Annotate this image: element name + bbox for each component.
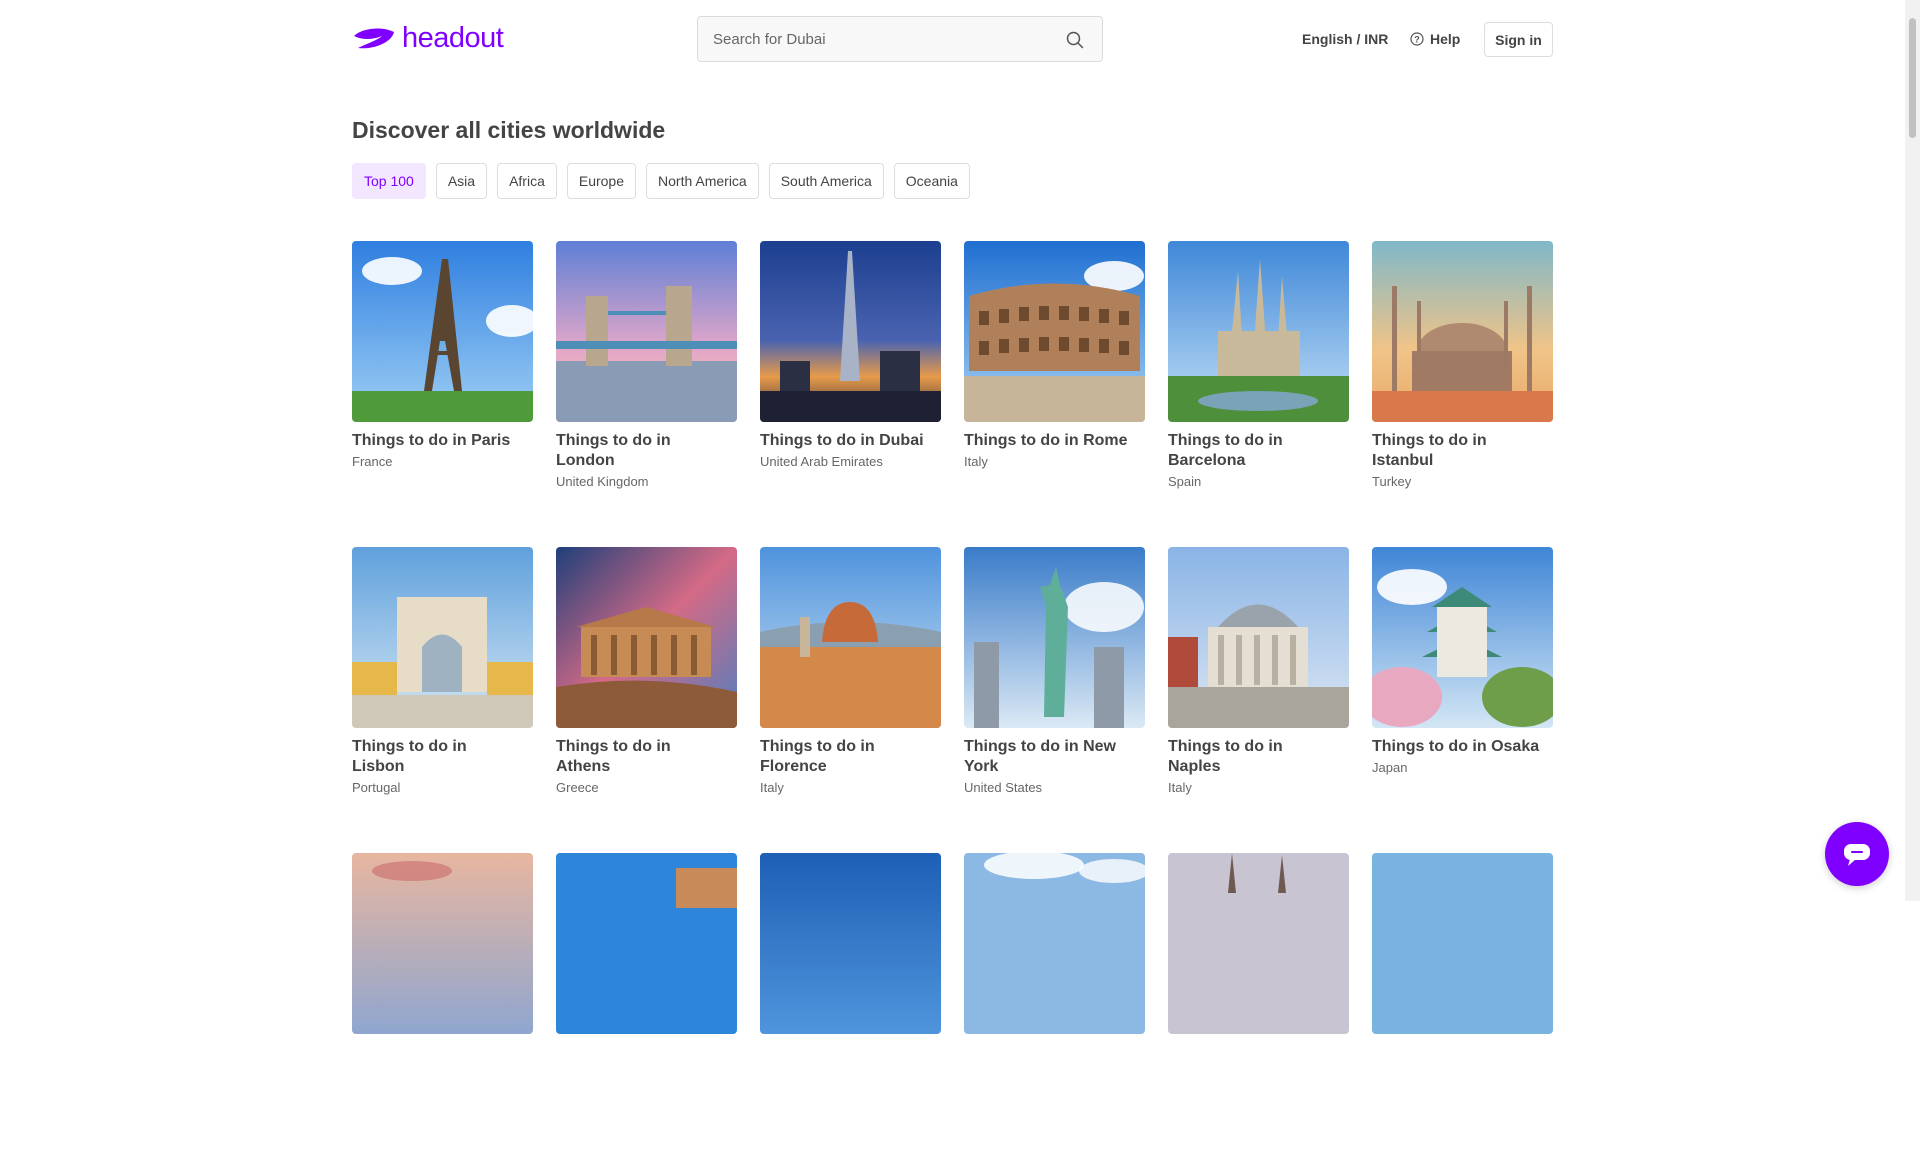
- city-image-naples: [1168, 547, 1349, 728]
- city-card[interactable]: [556, 853, 737, 1159]
- city-title: Things to do in Rome: [964, 432, 1128, 449]
- tab-north-america[interactable]: North America: [646, 163, 759, 199]
- city-card[interactable]: [964, 853, 1145, 1159]
- headout-logo[interactable]: headout: [352, 22, 504, 55]
- city-country: Portugal: [352, 780, 401, 795]
- city-card-dubai[interactable]: Things to do in Dubai United Arab Emirat…: [760, 241, 941, 547]
- sign-in-button[interactable]: Sign in: [1484, 22, 1553, 57]
- city-title: Things to do in Lisbon: [352, 738, 467, 775]
- city-title: Things to do in Athens: [556, 738, 671, 775]
- scrollbar-thumb[interactable]: [1909, 18, 1916, 138]
- city-card-lisbon[interactable]: Things to do in Lisbon Portugal: [352, 547, 533, 853]
- search-bar[interactable]: [697, 16, 1103, 62]
- city-image-dubai: [760, 241, 941, 422]
- city-title: Things to do in Istanbul: [1372, 432, 1487, 469]
- city-card-new-york[interactable]: Things to do in New York United States: [964, 547, 1145, 853]
- city-country: United States: [964, 780, 1043, 795]
- city-image-osaka: [1372, 547, 1553, 728]
- tab-africa[interactable]: Africa: [497, 163, 557, 199]
- city-country: United Kingdom: [556, 474, 649, 489]
- region-tabs: Top 100 Asia Africa Europe North America…: [352, 163, 970, 199]
- city-card-osaka[interactable]: Things to do in Osaka Japan: [1372, 547, 1553, 853]
- city-country: Italy: [964, 454, 988, 469]
- city-title: Things to do in Osaka: [1372, 738, 1540, 755]
- help-label: Help: [1430, 31, 1461, 47]
- city-card[interactable]: [352, 853, 533, 1159]
- city-card[interactable]: [1168, 853, 1349, 1159]
- city-title: Things to do in Naples: [1168, 738, 1283, 775]
- city-title: Things to do in Florence: [760, 738, 875, 775]
- city-card-barcelona[interactable]: Things to do in Barcelona Spain: [1168, 241, 1349, 547]
- city-image: [1372, 853, 1553, 1034]
- city-country: Japan: [1372, 760, 1408, 775]
- city-image-rome: [964, 241, 1145, 422]
- svg-text:?: ?: [1414, 35, 1420, 45]
- city-country: Turkey: [1372, 474, 1412, 489]
- logo-text: headout: [402, 22, 504, 54]
- city-image: [352, 853, 533, 1034]
- tab-south-america[interactable]: South America: [768, 163, 884, 199]
- city-image-paris: [352, 241, 533, 422]
- chat-icon: [1844, 844, 1870, 866]
- city-image-athens: [556, 547, 737, 728]
- tab-europe[interactable]: Europe: [566, 163, 637, 199]
- site-header: headout English / INR ? Help Sign in: [0, 0, 1905, 80]
- city-country: France: [352, 454, 393, 469]
- city-country: United Arab Emirates: [760, 454, 883, 469]
- city-title: Things to do in London: [556, 432, 671, 469]
- page-title: Discover all cities worldwide: [352, 117, 666, 143]
- city-country: Spain: [1168, 474, 1202, 489]
- city-image-new-york: [964, 547, 1145, 728]
- city-image-istanbul: [1372, 241, 1553, 422]
- tab-oceania[interactable]: Oceania: [893, 163, 970, 199]
- city-image: [1168, 853, 1349, 1034]
- city-image-barcelona: [1168, 241, 1349, 422]
- city-grid: Things to do in Paris France Things to d…: [352, 241, 1554, 1159]
- city-card[interactable]: [760, 853, 941, 1159]
- city-card-rome[interactable]: Things to do in Rome Italy: [964, 241, 1145, 547]
- page-scrollbar[interactable]: [1905, 0, 1920, 901]
- city-image: [760, 853, 941, 1034]
- help-link[interactable]: ? Help: [1410, 31, 1460, 47]
- city-image-lisbon: [352, 547, 533, 728]
- logo-icon: [354, 28, 394, 48]
- tab-top-100[interactable]: Top 100: [352, 163, 426, 199]
- city-image-florence: [760, 547, 941, 728]
- language-currency-selector[interactable]: English / INR: [1302, 31, 1388, 47]
- chat-support-button[interactable]: [1825, 822, 1889, 886]
- tab-asia[interactable]: Asia: [435, 163, 488, 199]
- city-title: Things to do in Dubai: [760, 432, 924, 449]
- city-country: Italy: [1168, 780, 1192, 795]
- city-card-london[interactable]: Things to do in London United Kingdom: [556, 241, 737, 547]
- city-title: Things to do in Barcelona: [1168, 432, 1283, 469]
- city-image: [556, 853, 737, 1034]
- city-card-naples[interactable]: Things to do in Naples Italy: [1168, 547, 1349, 853]
- city-country: Greece: [556, 780, 599, 795]
- city-card[interactable]: [1372, 853, 1553, 1159]
- city-title: Things to do in Paris: [352, 432, 511, 449]
- city-card-florence[interactable]: Things to do in Florence Italy: [760, 547, 941, 853]
- city-image: [964, 853, 1145, 1034]
- city-image-london: [556, 241, 737, 422]
- city-card-istanbul[interactable]: Things to do in Istanbul Turkey: [1372, 241, 1553, 547]
- help-icon: ?: [1410, 32, 1424, 46]
- city-card-paris[interactable]: Things to do in Paris France: [352, 241, 533, 547]
- city-card-athens[interactable]: Things to do in Athens Greece: [556, 547, 737, 853]
- city-country: Italy: [760, 780, 784, 795]
- search-input[interactable]: [713, 17, 1053, 61]
- search-icon[interactable]: [1066, 31, 1084, 49]
- city-title: Things to do in New York: [964, 738, 1116, 775]
